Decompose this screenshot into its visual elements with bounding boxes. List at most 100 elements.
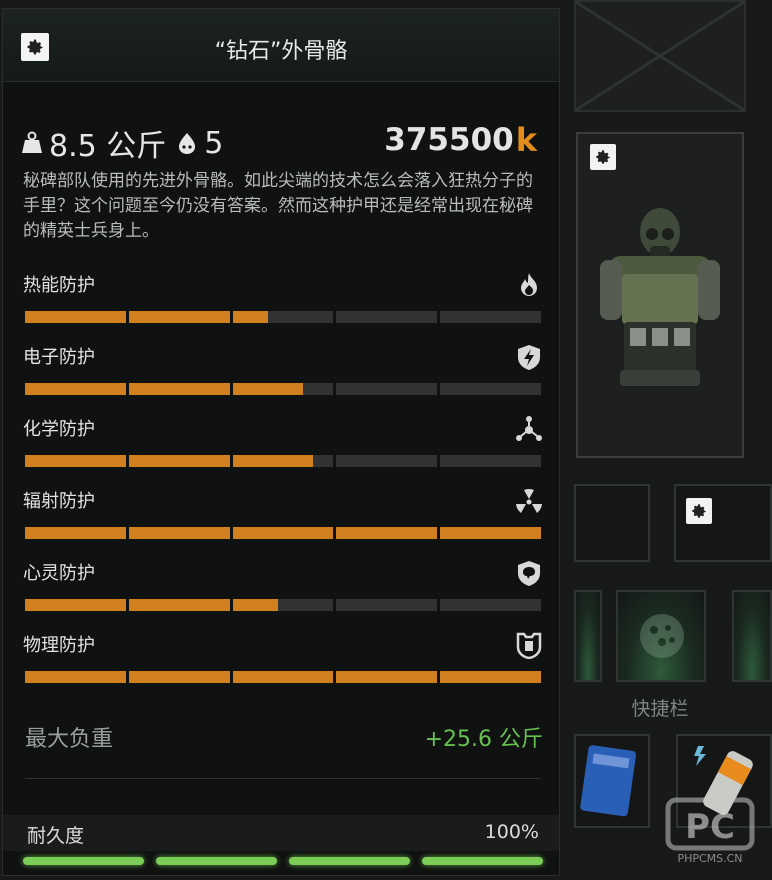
protection-bar-segment bbox=[25, 527, 126, 539]
item-slots: 5 bbox=[204, 125, 224, 161]
inventory-slot[interactable] bbox=[674, 484, 772, 562]
item-price: 375500 k bbox=[384, 121, 537, 159]
psy-brain-shield-icon bbox=[518, 561, 540, 586]
protection-bar-segment bbox=[128, 311, 230, 323]
protection-row: 化学防护 bbox=[23, 415, 543, 475]
protection-label: 热能防护 bbox=[23, 275, 95, 296]
protection-bar-fill bbox=[336, 527, 438, 539]
item-description: 秘碑部队使用的先进外骨骼。如此尖端的技术怎么会落入狂热分子的手里？这个问题至今仍… bbox=[23, 171, 533, 241]
exoskeleton-armor-image bbox=[600, 208, 720, 386]
artifact-slot[interactable] bbox=[732, 590, 772, 682]
durability-segment bbox=[156, 857, 277, 865]
protection-row: 物理防护 bbox=[23, 631, 543, 691]
protection-bar-fill bbox=[232, 455, 314, 467]
protection-bar-fill bbox=[128, 599, 230, 611]
protection-bar bbox=[25, 671, 541, 683]
protection-bar-fill bbox=[128, 383, 230, 395]
item-title: “钻石”外骨骼 bbox=[214, 39, 348, 64]
protection-bar-segment bbox=[232, 671, 334, 683]
lightning-shield-icon bbox=[518, 345, 540, 370]
protection-bar-fill bbox=[336, 671, 438, 683]
empty-slot-cross-icon bbox=[575, 0, 745, 112]
protection-bar-fill bbox=[440, 527, 541, 539]
protection-bar-fill bbox=[128, 311, 230, 323]
protection-bar-fill bbox=[25, 383, 126, 395]
slot-gear-icon[interactable] bbox=[686, 498, 712, 524]
artifact-placeholder-icon bbox=[640, 614, 684, 658]
durability-segment bbox=[289, 857, 410, 865]
protection-label: 化学防护 bbox=[23, 419, 95, 440]
protection-bar-segment bbox=[440, 311, 541, 323]
max-weight-label: 最大负重 bbox=[25, 727, 114, 752]
protection-bar-segment bbox=[336, 383, 438, 395]
protection-bar-segment bbox=[128, 527, 230, 539]
protection-bar-fill bbox=[25, 527, 126, 539]
quickbar-slot[interactable] bbox=[574, 734, 650, 828]
protection-bar-fill bbox=[128, 455, 230, 467]
flame-icon bbox=[521, 273, 537, 296]
protection-bar-segment bbox=[25, 455, 126, 467]
item-stats: 8.5 公斤 5 bbox=[21, 123, 233, 164]
protection-bar-fill bbox=[25, 455, 126, 467]
quickbar-label: 快捷栏 bbox=[631, 698, 689, 720]
durability-value: 100% bbox=[484, 821, 539, 843]
protection-row: 辐射防护 bbox=[23, 487, 543, 547]
protection-bar-segment bbox=[440, 383, 541, 395]
artifact-slot[interactable] bbox=[574, 590, 602, 682]
protection-bar-segment bbox=[232, 455, 334, 467]
armor-slot[interactable] bbox=[576, 132, 744, 458]
protection-bar-fill bbox=[25, 671, 126, 683]
protection-bar-segment bbox=[128, 383, 230, 395]
divider bbox=[25, 778, 541, 779]
protection-bar-segment bbox=[232, 311, 334, 323]
durability-segment bbox=[422, 857, 543, 865]
protection-bar-segment bbox=[232, 383, 334, 395]
max-weight-value: +25.6 公斤 bbox=[424, 727, 543, 752]
protection-bar bbox=[25, 455, 541, 467]
watermark-logo-text: PC bbox=[685, 807, 735, 847]
protection-bar bbox=[25, 599, 541, 611]
protection-bar-segment bbox=[25, 383, 126, 395]
protection-row: 热能防护 bbox=[23, 271, 543, 331]
top-slot-frame bbox=[574, 0, 746, 112]
protection-bar-segment bbox=[440, 455, 541, 467]
protection-bar-segment bbox=[336, 599, 438, 611]
protection-bar-segment bbox=[128, 599, 230, 611]
watermark-text: PHPCMS.CN bbox=[677, 852, 742, 865]
protection-bar-segment bbox=[440, 599, 541, 611]
protection-label: 物理防护 bbox=[23, 635, 95, 656]
inventory-slot[interactable] bbox=[574, 484, 650, 562]
currency-icon: k bbox=[515, 121, 537, 159]
protection-bar-segment bbox=[440, 527, 541, 539]
blue-journal-item-icon bbox=[580, 745, 637, 817]
weight-icon bbox=[22, 131, 42, 153]
protection-bar-fill bbox=[232, 671, 334, 683]
protection-bar-segment bbox=[336, 671, 438, 683]
protection-bar bbox=[25, 527, 541, 539]
protection-bar-fill bbox=[25, 311, 126, 323]
item-weight: 8.5 公斤 bbox=[49, 129, 167, 164]
tooltip-header: “钻石”外骨骼 bbox=[3, 9, 559, 82]
protection-bar-fill bbox=[232, 527, 334, 539]
item-tooltip: “钻石”外骨骼 8.5 公斤 5 375500 k 秘碑部队使用的先进外骨骼。如… bbox=[2, 8, 560, 876]
price-value: 375500 bbox=[384, 122, 514, 158]
protection-bar-fill bbox=[128, 527, 230, 539]
protection-bar-fill bbox=[232, 383, 304, 395]
artifact-slot[interactable] bbox=[616, 590, 706, 682]
protection-bar-segment bbox=[336, 527, 438, 539]
protection-bar bbox=[25, 311, 541, 323]
protection-bar-segment bbox=[128, 455, 230, 467]
chemical-molecule-icon bbox=[516, 416, 542, 441]
protection-bar-segment bbox=[128, 671, 230, 683]
durability-row: 耐久度 100% bbox=[3, 815, 559, 851]
protection-bar-fill bbox=[440, 671, 541, 683]
protection-bar bbox=[25, 383, 541, 395]
watermark-logo: PC PHPCMS.CN bbox=[665, 797, 755, 865]
radiation-icon bbox=[516, 489, 542, 513]
protection-bar-segment bbox=[25, 311, 126, 323]
protection-label: 电子防护 bbox=[23, 347, 95, 368]
armor-slot-gear-icon[interactable] bbox=[590, 144, 616, 170]
protection-bar-segment bbox=[336, 455, 438, 467]
durability-segment bbox=[23, 857, 144, 865]
protection-bar-fill bbox=[128, 671, 230, 683]
